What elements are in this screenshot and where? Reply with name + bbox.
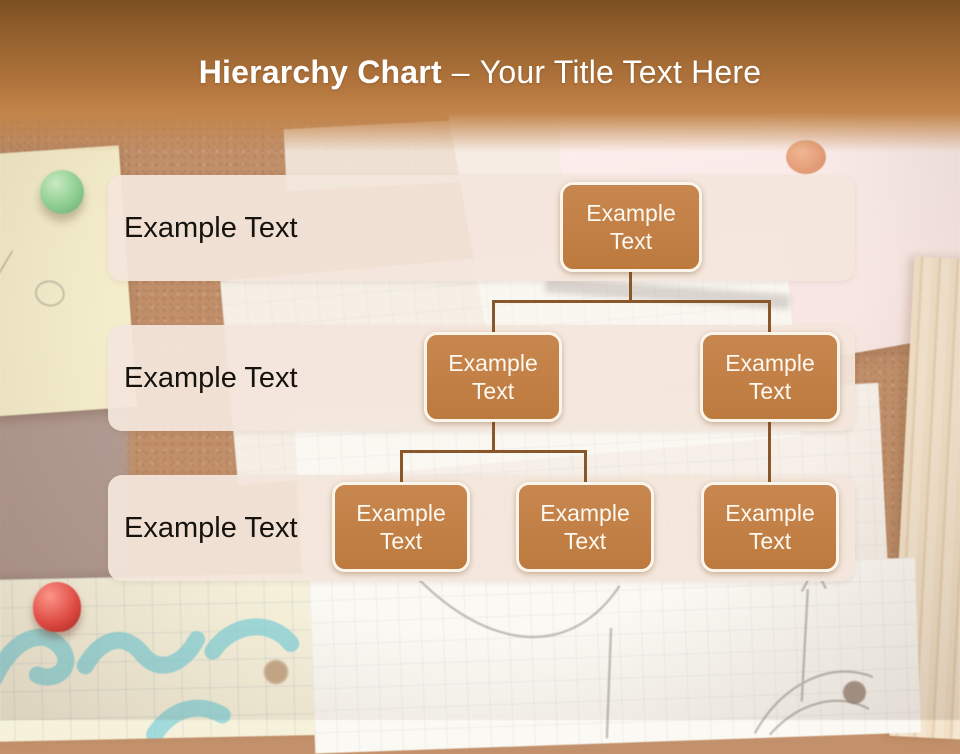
hierarchy-node-root[interactable]: Example Text: [560, 182, 702, 272]
row-label-level-1[interactable]: Example Text: [124, 207, 364, 249]
connector-to-level2-left: [492, 300, 495, 333]
connector-to-level3-a: [400, 450, 403, 483]
hierarchy-node-level3-b[interactable]: Example Text: [516, 482, 654, 572]
node-text: Example Text: [540, 499, 630, 554]
node-text: Example Text: [356, 499, 446, 554]
row-label-level-3[interactable]: Example Text: [124, 507, 364, 549]
hierarchy-node-level3-c[interactable]: Example Text: [701, 482, 839, 572]
node-text: Example Text: [448, 349, 538, 404]
slide-title[interactable]: Hierarchy Chart – Your Title Text Here: [0, 54, 960, 91]
slide-title-main: Hierarchy Chart: [198, 54, 442, 90]
hierarchy-node-level2-right[interactable]: Example Text: [700, 332, 840, 422]
connector-to-level3-b: [584, 450, 587, 483]
row-label-level-2[interactable]: Example Text: [124, 357, 364, 399]
connector-level3-crossbar: [400, 450, 587, 453]
connector-level2-left-drop: [492, 421, 495, 452]
hierarchy-node-level2-left[interactable]: Example Text: [424, 332, 562, 422]
node-text: Example Text: [725, 499, 815, 554]
connector-to-level2-right: [768, 300, 771, 333]
connector-level2-crossbar: [492, 300, 771, 303]
connector-to-level3-c: [768, 421, 771, 482]
node-text: Example Text: [725, 349, 815, 404]
slide-title-dash: –: [451, 54, 470, 90]
hierarchy-node-level3-a[interactable]: Example Text: [332, 482, 470, 572]
slide-title-subtitle: Your Title Text Here: [479, 54, 762, 90]
connector-root-drop: [629, 272, 632, 302]
red-pushpin: [33, 582, 81, 632]
node-text: Example Text: [586, 199, 676, 254]
